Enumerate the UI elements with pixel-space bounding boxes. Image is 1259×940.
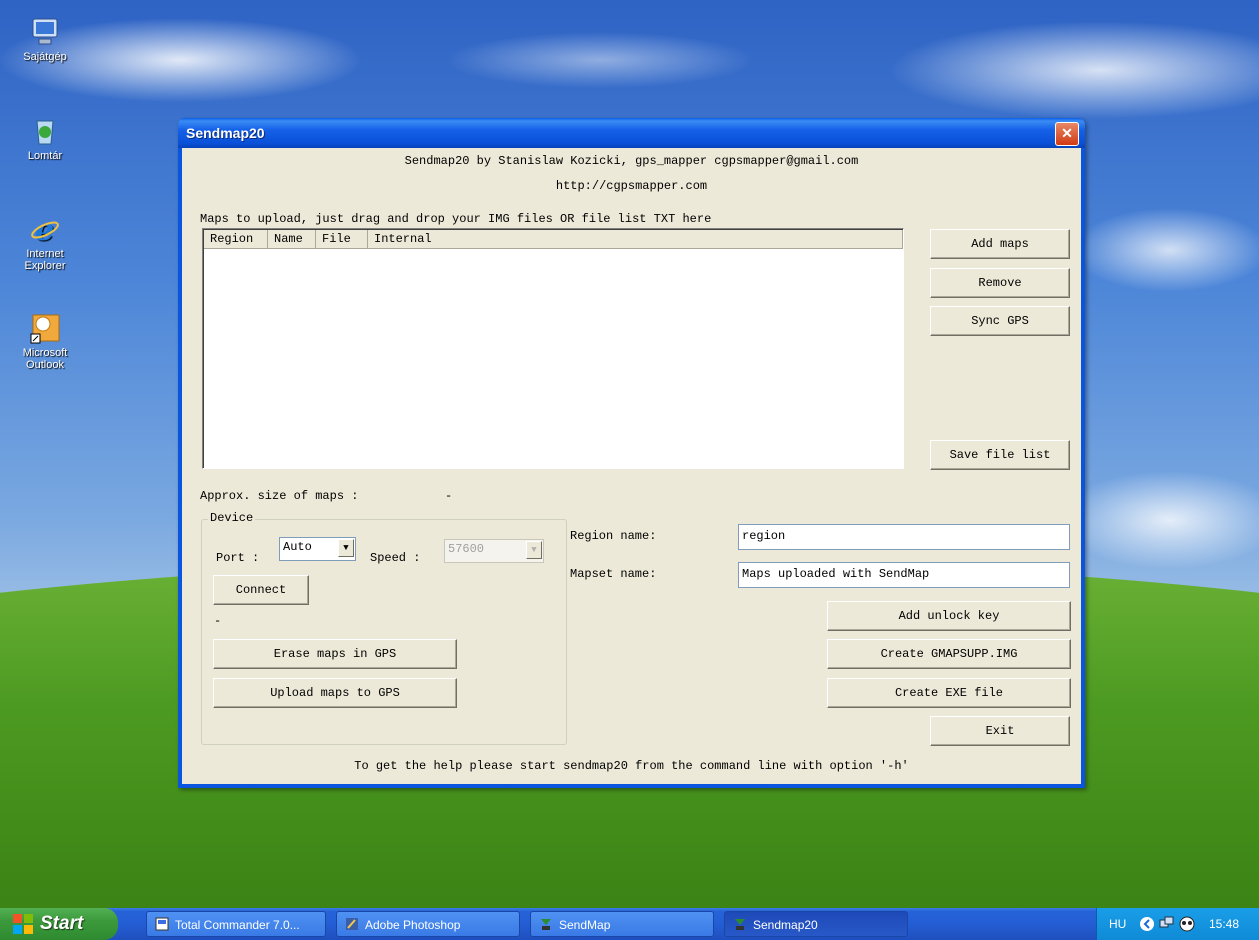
column-header-name[interactable]: Name [268,230,316,249]
column-header-internal[interactable]: Internal [368,230,903,249]
total-commander-icon [155,917,169,931]
chevron-left-icon[interactable] [1139,916,1155,932]
taskbar-item-photoshop[interactable]: Adobe Photoshop [336,911,520,937]
desktop-icon-outlook[interactable]: Microsoft Outlook [5,312,85,371]
approx-size-label: Approx. size of maps : [200,489,359,503]
column-header-file[interactable]: File [316,230,368,249]
taskbar-item-label: Sendmap20 [753,918,818,932]
mapset-name-input[interactable]: Maps uploaded with SendMap [738,562,1070,588]
device-group-label: Device [208,511,256,525]
outlook-icon [29,312,61,344]
header-url: http://cgpsmapper.com [555,179,708,193]
sync-gps-button[interactable]: Sync GPS [930,306,1070,336]
desktop-icon-label: Lomtár [27,150,63,162]
chevron-down-icon[interactable]: ▼ [526,541,542,559]
help-footer: To get the help please start sendmap20 f… [354,759,909,773]
panda-icon[interactable] [1179,916,1195,932]
language-indicator[interactable]: HU [1109,917,1126,931]
sendmap20-window: Sendmap20 ✕ Sendmap20 by Stanislaw Kozic… [178,118,1085,788]
remove-button[interactable]: Remove [930,268,1070,298]
system-tray: HU 15:48 [1096,908,1259,940]
column-header-region[interactable]: Region [204,230,268,249]
desktop-icon-recycle-bin[interactable]: Lomtár [5,115,85,162]
save-file-list-button[interactable]: Save file list [930,440,1070,470]
port-label: Port : [216,551,260,565]
sendmap-icon [541,919,551,930]
desktop-icon-label: Internet Explorer [24,248,66,272]
window-client-area: Sendmap20 by Stanislaw Kozicki, gps_mapp… [182,148,1081,784]
region-name-label: Region name: [570,529,657,543]
maps-list[interactable]: Region Name File Internal [202,228,904,469]
add-maps-button[interactable]: Add maps [930,229,1070,259]
create-gmapsupp-button[interactable]: Create GMAPSUPP.IMG [827,639,1071,669]
erase-maps-button[interactable]: Erase maps in GPS [213,639,457,669]
mapset-name-label: Mapset name: [570,567,657,581]
recycle-bin-icon [29,115,61,147]
taskbar-item-total-commander[interactable]: Total Commander 7.0... [146,911,326,937]
port-select-value: Auto [283,540,312,554]
start-label: Start [40,913,84,934]
drop-hint-label: Maps to upload, just drag and drop your … [200,212,712,226]
taskbar-item-label: SendMap [559,918,611,932]
exit-button[interactable]: Exit [930,716,1070,746]
close-icon[interactable]: ✕ [1055,122,1079,146]
device-status: - [214,614,222,628]
desktop-icon-internet-explorer[interactable]: e Internet Explorer [5,213,85,272]
start-button[interactable]: Start [0,908,118,940]
speed-label: Speed : [370,551,421,565]
internet-explorer-icon: e [29,213,61,248]
clock: 15:48 [1209,917,1240,931]
taskbar-item-sendmap[interactable]: SendMap [530,911,714,937]
taskbar-item-label: Adobe Photoshop [365,918,461,932]
add-unlock-key-button[interactable]: Add unlock key [827,601,1071,631]
photoshop-icon [346,918,358,930]
sendmap-icon [735,919,745,930]
desktop-icon-label: Sajátgép [23,51,67,63]
create-exe-button[interactable]: Create EXE file [827,678,1071,708]
region-name-input[interactable]: region [738,524,1070,550]
desktop-icon-label: Microsoft Outlook [22,347,68,371]
connect-button[interactable]: Connect [213,575,309,605]
taskbar-item-label: Total Commander 7.0... [175,918,300,932]
network-icon[interactable] [1159,916,1175,932]
speed-select-value: 57600 [448,542,485,556]
chevron-down-icon[interactable]: ▼ [338,539,354,557]
upload-maps-button[interactable]: Upload maps to GPS [213,678,457,708]
header-credits: Sendmap20 by Stanislaw Kozicki, gps_mapp… [404,154,859,168]
desktop-icon-my-computer[interactable]: Sajátgép [5,16,85,63]
windows-logo-icon [13,914,33,934]
window-title: Sendmap20 [186,125,265,141]
speed-select[interactable]: 57600 ▼ [444,539,544,563]
my-computer-icon [29,16,61,48]
taskbar: Start Total Commander 7.0... Adobe Photo… [0,908,1259,940]
approx-size-value: - [445,489,453,503]
taskbar-item-sendmap20[interactable]: Sendmap20 [724,911,908,937]
port-select[interactable]: Auto ▼ [279,537,356,561]
window-titlebar[interactable]: Sendmap20 ✕ [178,118,1085,148]
